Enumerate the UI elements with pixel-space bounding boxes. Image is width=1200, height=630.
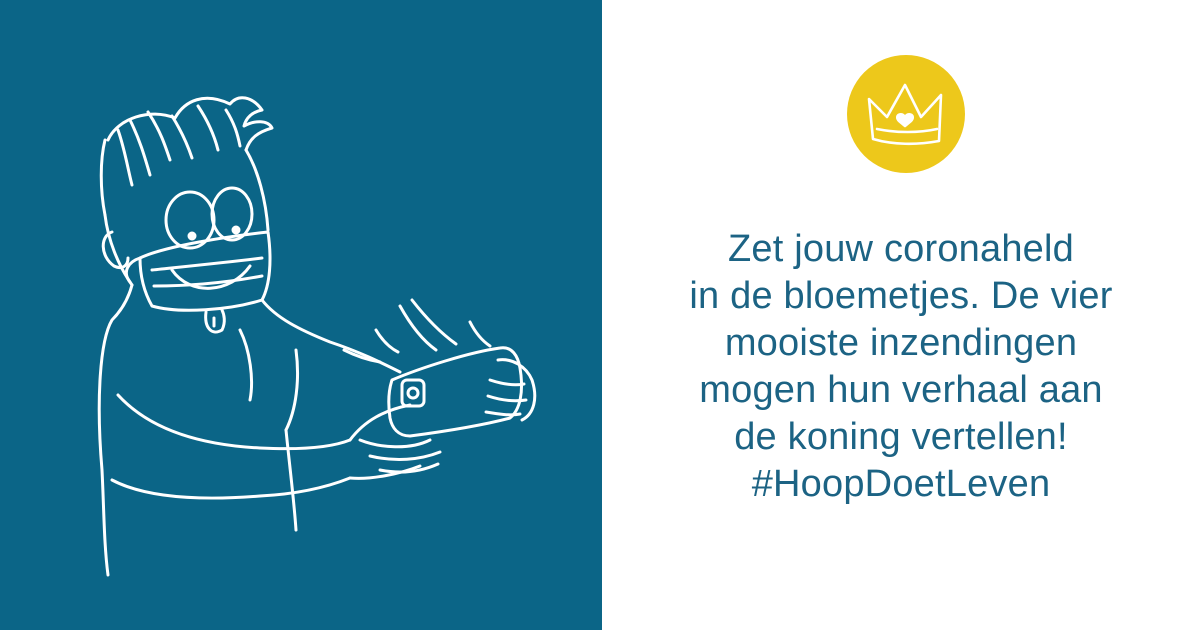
message-line: Zet jouw coronaheld [727, 228, 1074, 270]
text-panel: Zet jouw coronaheld in de bloemetjes. De… [602, 0, 1200, 630]
message-line: in de bloemetjes. De vier [689, 275, 1113, 317]
illustration-panel [0, 0, 602, 630]
crown-with-heart-icon [867, 83, 943, 146]
message-line: mogen hun verhaal aan [699, 369, 1103, 411]
campaign-message: Zet jouw coronaheld in de bloemetjes. De… [602, 226, 1200, 508]
social-card: Zet jouw coronaheld in de bloemetjes. De… [0, 0, 1200, 630]
message-line: mooiste inzendingen [724, 322, 1078, 364]
masked-person-photographing-illustration [97, 96, 537, 577]
message-line: de koning vertellen! [734, 416, 1068, 458]
crown-badge [847, 55, 965, 173]
hashtag: #HoopDoetLeven [751, 463, 1051, 505]
